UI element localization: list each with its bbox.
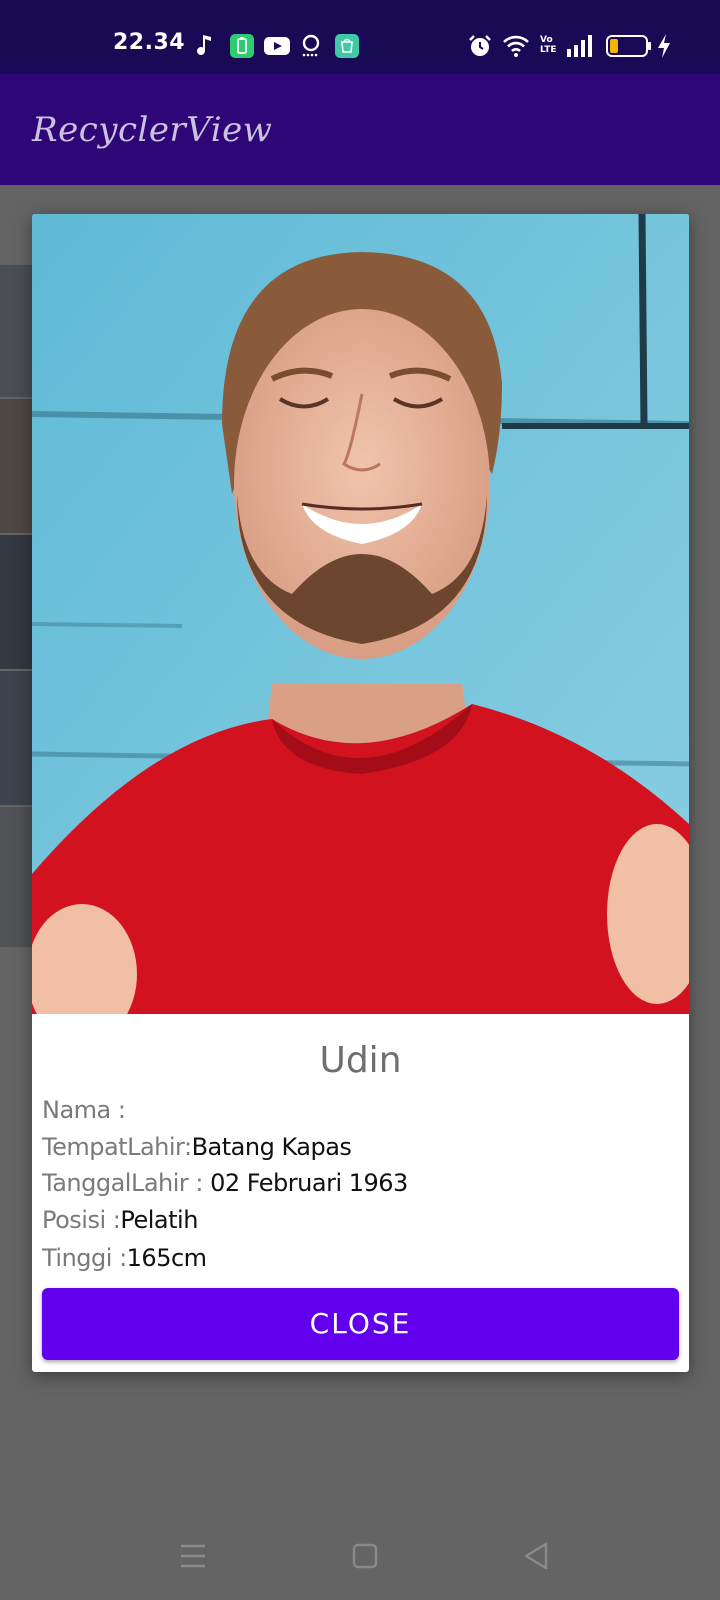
youtube-icon	[264, 37, 290, 55]
detail-value: 02 Februari 1963	[210, 1169, 408, 1197]
detail-label: Tinggi :	[42, 1244, 127, 1272]
detail-tinggi: Tinggi :165cm	[42, 1244, 207, 1272]
detail-nama: Nama :	[42, 1096, 126, 1124]
detail-tempat-lahir: TempatLahir:Batang Kapas	[42, 1133, 352, 1161]
music-note-icon	[197, 35, 211, 55]
back-icon[interactable]	[512, 1532, 560, 1580]
status-time: 22.34	[113, 30, 186, 55]
signal-icon	[567, 35, 592, 57]
battery-icon	[606, 35, 651, 57]
home-icon[interactable]	[341, 1532, 389, 1580]
app-bar: RecyclerView	[0, 74, 720, 185]
volte-icon: Vo LTE	[540, 35, 557, 55]
store-app-icon	[335, 34, 359, 58]
detail-posisi: Posisi :Pelatih	[42, 1206, 198, 1234]
status-bar: 22.34 Vo LTE	[0, 0, 720, 74]
detail-label: Posisi :	[42, 1206, 121, 1234]
detail-value: 165cm	[126, 1244, 207, 1272]
person-name: Udin	[319, 1040, 402, 1081]
detail-dialog: Udin Nama : TempatLahir:Batang Kapas Tan…	[32, 214, 689, 1372]
detail-value: Pelatih	[120, 1206, 198, 1234]
detail-tanggal-lahir: TanggalLahir : 02 Februari 1963	[42, 1169, 408, 1197]
charging-bolt-icon	[658, 34, 670, 58]
close-button[interactable]: CLOSE	[42, 1288, 679, 1360]
detail-label: TempatLahir:	[42, 1133, 192, 1161]
podcast-icon	[302, 34, 320, 57]
person-photo-image	[32, 214, 689, 1014]
app-title: RecyclerView	[32, 110, 273, 150]
wifi-icon	[503, 35, 529, 57]
detail-label: TanggalLahir :	[42, 1169, 211, 1197]
alarm-icon	[469, 35, 491, 56]
person-photo	[32, 214, 689, 1014]
detail-value: Batang Kapas	[191, 1133, 352, 1161]
battery-saver-app-icon	[230, 34, 254, 58]
detail-label: Nama :	[42, 1096, 126, 1124]
navigation-bar	[0, 1510, 720, 1600]
menu-icon[interactable]	[169, 1532, 217, 1580]
